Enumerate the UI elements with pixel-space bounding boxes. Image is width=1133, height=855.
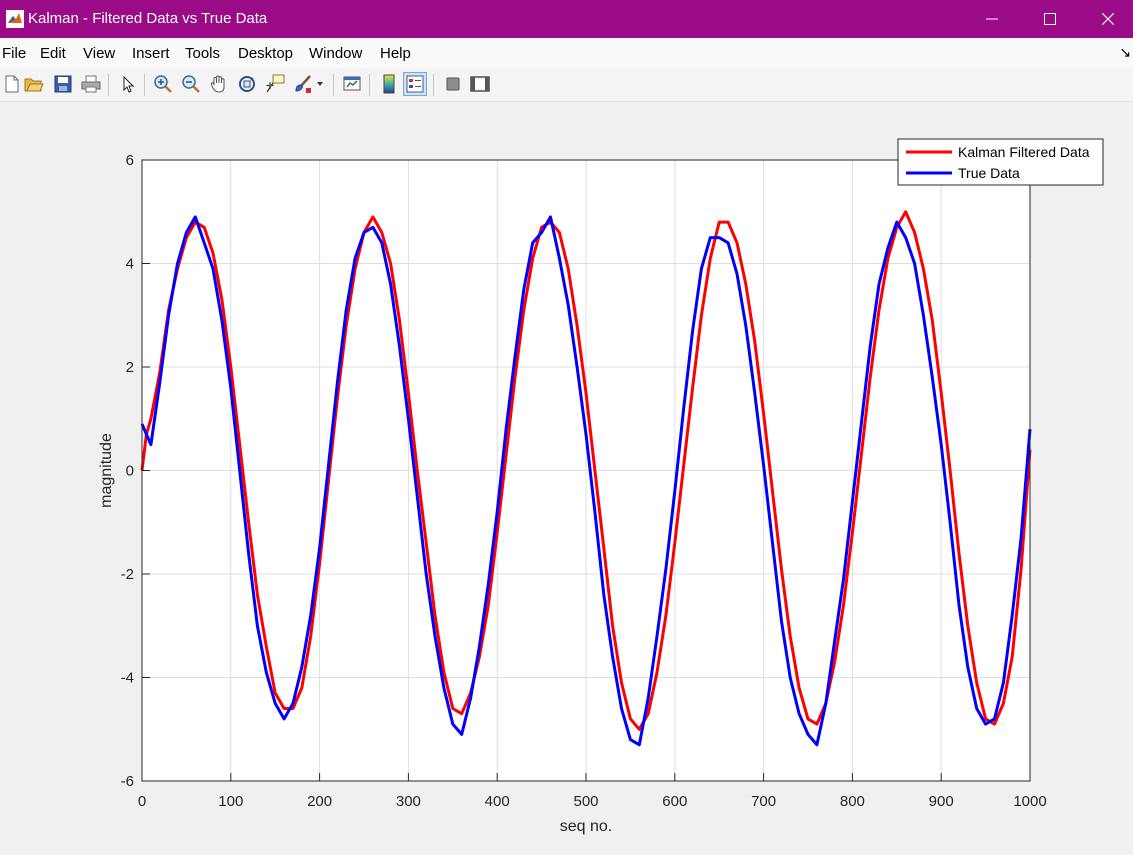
zoom-in-button[interactable] <box>151 72 175 96</box>
select-pointer-button[interactable] <box>116 72 140 96</box>
figure-canvas[interactable]: 0 100 200 300 400 500 600 700 800 900 1000 -6 -4 -2 0 2… <box>0 101 1133 855</box>
menu-tools[interactable]: Tools <box>185 45 220 62</box>
y-tick-label: -4 <box>121 670 134 687</box>
toolbar-separator <box>333 74 334 96</box>
menu-desktop[interactable]: Desktop <box>238 45 293 62</box>
x-tick-label: 0 <box>138 793 146 810</box>
x-tick-label: 800 <box>840 793 865 810</box>
brush-icon <box>295 75 311 93</box>
show-plot-tools-button[interactable] <box>468 72 492 96</box>
menu-help[interactable]: Help <box>380 45 411 62</box>
colorbar-button[interactable] <box>377 72 401 96</box>
toolbar-separator <box>369 74 370 96</box>
figure-toolbar <box>0 68 1133 102</box>
show-plot-tools-icon <box>470 76 490 92</box>
maximize-button[interactable] <box>1021 0 1079 38</box>
data-cursor-button[interactable] <box>263 72 287 96</box>
link-plot-icon <box>343 76 361 91</box>
chevron-down-icon <box>317 82 323 86</box>
pan-button[interactable] <box>207 72 231 96</box>
save-icon <box>54 75 72 93</box>
open-file-button[interactable] <box>22 72 46 96</box>
close-icon <box>1101 12 1115 26</box>
y-tick-label: 4 <box>126 256 134 273</box>
menu-bar: File Edit View Insert Tools Desktop Wind… <box>0 38 1133 68</box>
toolbar-separator <box>433 74 434 96</box>
matlab-logo-icon <box>6 10 24 28</box>
toolbar-separator <box>108 74 109 96</box>
legend[interactable]: Kalman Filtered Data True Data <box>897 138 1104 186</box>
minimize-button[interactable] <box>963 0 1021 38</box>
y-tick-label: 6 <box>126 152 134 169</box>
data-cursor-icon <box>266 74 285 93</box>
y-tick-label: -2 <box>121 566 134 583</box>
pan-hand-icon <box>210 75 225 93</box>
close-button[interactable] <box>1079 0 1133 38</box>
x-tick-label: 700 <box>751 793 776 810</box>
menu-view[interactable]: View <box>83 45 115 62</box>
print-icon <box>81 75 101 93</box>
x-tick-label: 400 <box>485 793 510 810</box>
x-tick-label: 100 <box>218 793 243 810</box>
new-figure-button[interactable] <box>0 72 24 96</box>
x-tick-label: 600 <box>662 793 687 810</box>
zoom-out-icon <box>182 75 200 93</box>
menu-insert[interactable]: Insert <box>132 45 170 62</box>
open-file-icon <box>24 78 44 92</box>
x-tick-label: 200 <box>307 793 332 810</box>
y-tick-label: 0 <box>126 463 134 480</box>
window-title: Kalman - Filtered Data vs True Data <box>28 10 268 27</box>
hide-plot-tools-icon <box>446 77 460 91</box>
brush-dropdown-button[interactable] <box>314 72 326 96</box>
link-plot-button[interactable] <box>340 72 364 96</box>
title-bar[interactable]: Kalman - Filtered Data vs True Data <box>0 0 1133 38</box>
x-tick-label: 500 <box>573 793 598 810</box>
x-tick-label: 1000 <box>1013 793 1046 810</box>
menu-file[interactable]: File <box>2 45 26 62</box>
zoom-out-button[interactable] <box>179 72 203 96</box>
rotate-3d-button[interactable] <box>235 72 259 96</box>
select-pointer-icon <box>123 75 135 93</box>
hide-plot-tools-button[interactable] <box>441 72 465 96</box>
y-tick-label: 2 <box>126 359 134 376</box>
x-tick-label: 900 <box>929 793 954 810</box>
toolbar-separator <box>144 74 145 96</box>
print-button[interactable] <box>79 72 103 96</box>
x-tick-label: 300 <box>396 793 421 810</box>
brush-button[interactable] <box>291 72 315 96</box>
new-figure-icon <box>5 75 19 93</box>
x-axis-label: seq no. <box>560 818 612 835</box>
legend-icon <box>406 75 424 93</box>
y-tick-label: -6 <box>121 773 134 790</box>
colorbar-icon <box>383 74 395 94</box>
legend-button[interactable] <box>403 72 427 96</box>
maximize-icon <box>1044 13 1056 25</box>
legend-label-kalman: Kalman Filtered Data <box>958 144 1090 160</box>
legend-label-true-data: True Data <box>958 165 1020 181</box>
y-axis-label: magnitude <box>98 433 115 508</box>
menu-overflow-arrow-icon[interactable]: ↘ <box>1119 44 1131 61</box>
zoom-in-icon <box>154 75 172 93</box>
menu-window[interactable]: Window <box>309 45 362 62</box>
minimize-icon <box>986 18 998 20</box>
rotate-3d-icon <box>239 76 255 92</box>
menu-edit[interactable]: Edit <box>40 45 66 62</box>
save-button[interactable] <box>51 72 75 96</box>
